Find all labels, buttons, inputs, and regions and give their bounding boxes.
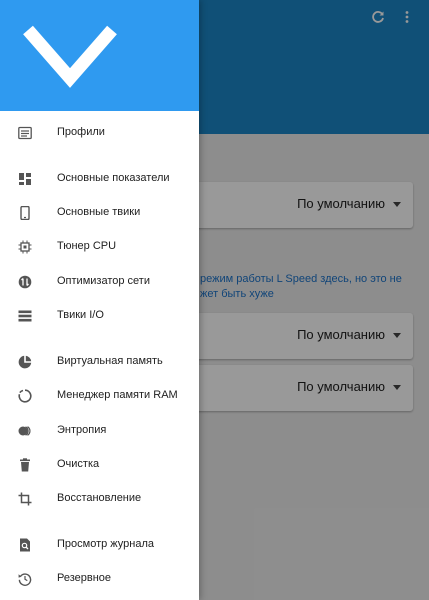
nav-item-network-optimizer[interactable]: Оптимизатор сети — [0, 267, 199, 297]
nav-item-label: Основные твики — [57, 206, 141, 218]
nav-item-label: Оптимизатор сети — [57, 275, 150, 287]
network-icon — [18, 275, 32, 289]
pie-icon — [18, 355, 32, 369]
chevron-down-icon — [23, 25, 117, 88]
chip-icon — [18, 240, 32, 254]
nav-item-profiles[interactable]: Профили — [0, 118, 199, 148]
nav-item-virtual-memory[interactable]: Виртуальная память — [0, 347, 199, 377]
nav-item-entropy[interactable]: Энтропия — [0, 416, 199, 446]
nav-item-restore[interactable]: Восстановление — [0, 484, 199, 514]
navigation-drawer: Профили Основные показатели Основные тви… — [0, 0, 199, 600]
app-window: По умолчанию режим работы L Speed здесь,… — [0, 0, 429, 600]
dashboard-icon — [19, 173, 31, 185]
crop-icon — [18, 492, 32, 506]
nav-item-label: Очистка — [57, 458, 100, 470]
nav-item-label: Профили — [57, 126, 105, 138]
nav-item-label: Восстановление — [57, 492, 142, 504]
nav-item-dashboard[interactable]: Основные показатели — [0, 164, 199, 194]
nav-item-ram-manager[interactable]: Менеджер памяти RAM — [0, 381, 199, 411]
nav-item-label: Резервное — [57, 572, 112, 584]
nav-item-log-viewer[interactable]: Просмотр журнала — [0, 530, 199, 560]
nav-item-label: Твики I/O — [57, 309, 104, 321]
phone-icon — [20, 206, 30, 220]
nav-item-backup[interactable]: Резервное — [0, 564, 199, 594]
nav-item-label: Виртуальная память — [57, 355, 163, 367]
circles-icon — [18, 426, 31, 436]
nav-item-label: Энтропия — [57, 424, 107, 436]
list-icon — [18, 126, 32, 140]
storage-icon — [18, 310, 32, 322]
nav-item-main-tweaks[interactable]: Основные твики — [0, 198, 199, 228]
trash-icon — [20, 458, 30, 472]
ring-icon — [18, 389, 32, 403]
nav-item-io-tweaks[interactable]: Твики I/O — [0, 301, 199, 331]
nav-item-label: Просмотр журнала — [57, 538, 154, 550]
log-search-icon — [20, 538, 30, 552]
nav-item-cleaning[interactable]: Очистка — [0, 450, 199, 480]
drawer-header — [0, 0, 199, 111]
nav-item-label: Тюнер CPU — [57, 240, 117, 252]
nav-item-label: Менеджер памяти RAM — [57, 389, 178, 401]
backup-icon — [18, 573, 32, 586]
nav-item-cpu-tuner[interactable]: Тюнер CPU — [0, 232, 199, 262]
nav-item-label: Основные показатели — [57, 172, 170, 184]
